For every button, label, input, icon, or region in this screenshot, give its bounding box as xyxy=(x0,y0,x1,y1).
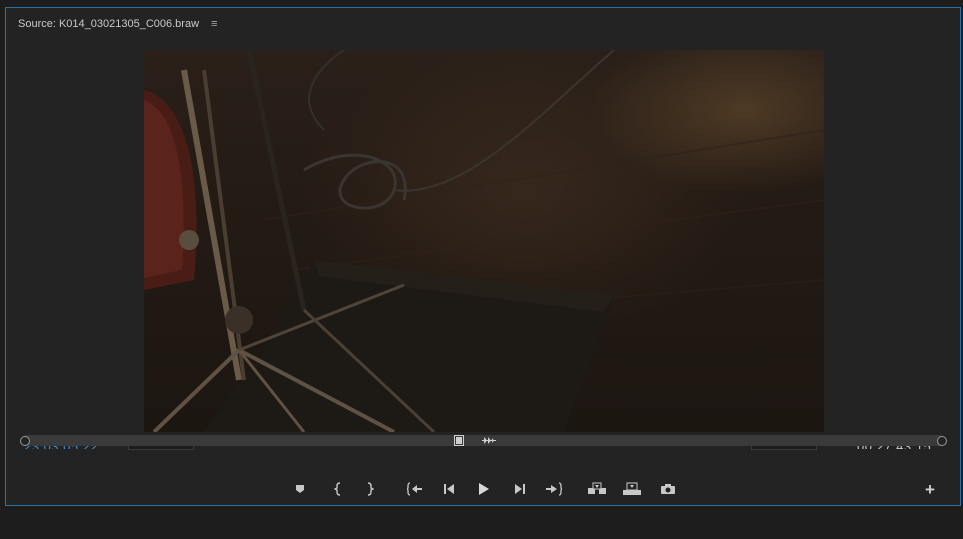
overwrite-button[interactable] xyxy=(621,479,643,499)
zoom-handle-right[interactable] xyxy=(937,436,947,446)
video-preview[interactable] xyxy=(144,50,824,432)
insert-button[interactable] xyxy=(586,479,608,499)
step-back-icon xyxy=(444,484,454,494)
export-frame-button[interactable] xyxy=(657,479,679,499)
insert-icon xyxy=(588,482,606,494)
marker-icon xyxy=(296,485,304,493)
play-button[interactable] xyxy=(473,479,495,499)
overwrite-icon xyxy=(623,482,641,495)
go-to-in-icon xyxy=(407,482,422,496)
step-forward-icon xyxy=(515,484,525,494)
source-monitor-panel: Source: K014_03021305_C006.braw ≡ + xyxy=(5,7,961,506)
mark-in-button[interactable] xyxy=(327,479,349,499)
transport-controls xyxy=(6,479,960,499)
step-back-button[interactable] xyxy=(438,479,460,499)
button-editor-plus-icon[interactable]: + xyxy=(922,481,938,498)
panel-menu-icon[interactable]: ≡ xyxy=(211,18,217,30)
zoom-handle-left[interactable] xyxy=(20,436,30,446)
mark-out-button[interactable] xyxy=(359,479,381,499)
play-icon xyxy=(479,483,489,495)
video-frame-image xyxy=(144,50,824,432)
go-to-out-button[interactable] xyxy=(543,479,565,499)
add-marker-button[interactable] xyxy=(289,479,311,499)
go-to-out-icon xyxy=(546,482,562,496)
time-ruler-scrubber[interactable] xyxy=(20,435,947,446)
camera-icon xyxy=(661,484,675,494)
drag-video-only-icon[interactable] xyxy=(454,435,464,446)
mark-out-icon xyxy=(367,482,374,496)
step-forward-button[interactable] xyxy=(509,479,531,499)
panel-header: Source: K014_03021305_C006.braw ≡ xyxy=(18,16,217,32)
drag-audio-only-icon[interactable] xyxy=(481,435,497,446)
go-to-in-button[interactable] xyxy=(404,479,426,499)
mark-in-icon xyxy=(334,482,341,496)
panel-title[interactable]: Source: K014_03021305_C006.braw xyxy=(18,18,199,30)
